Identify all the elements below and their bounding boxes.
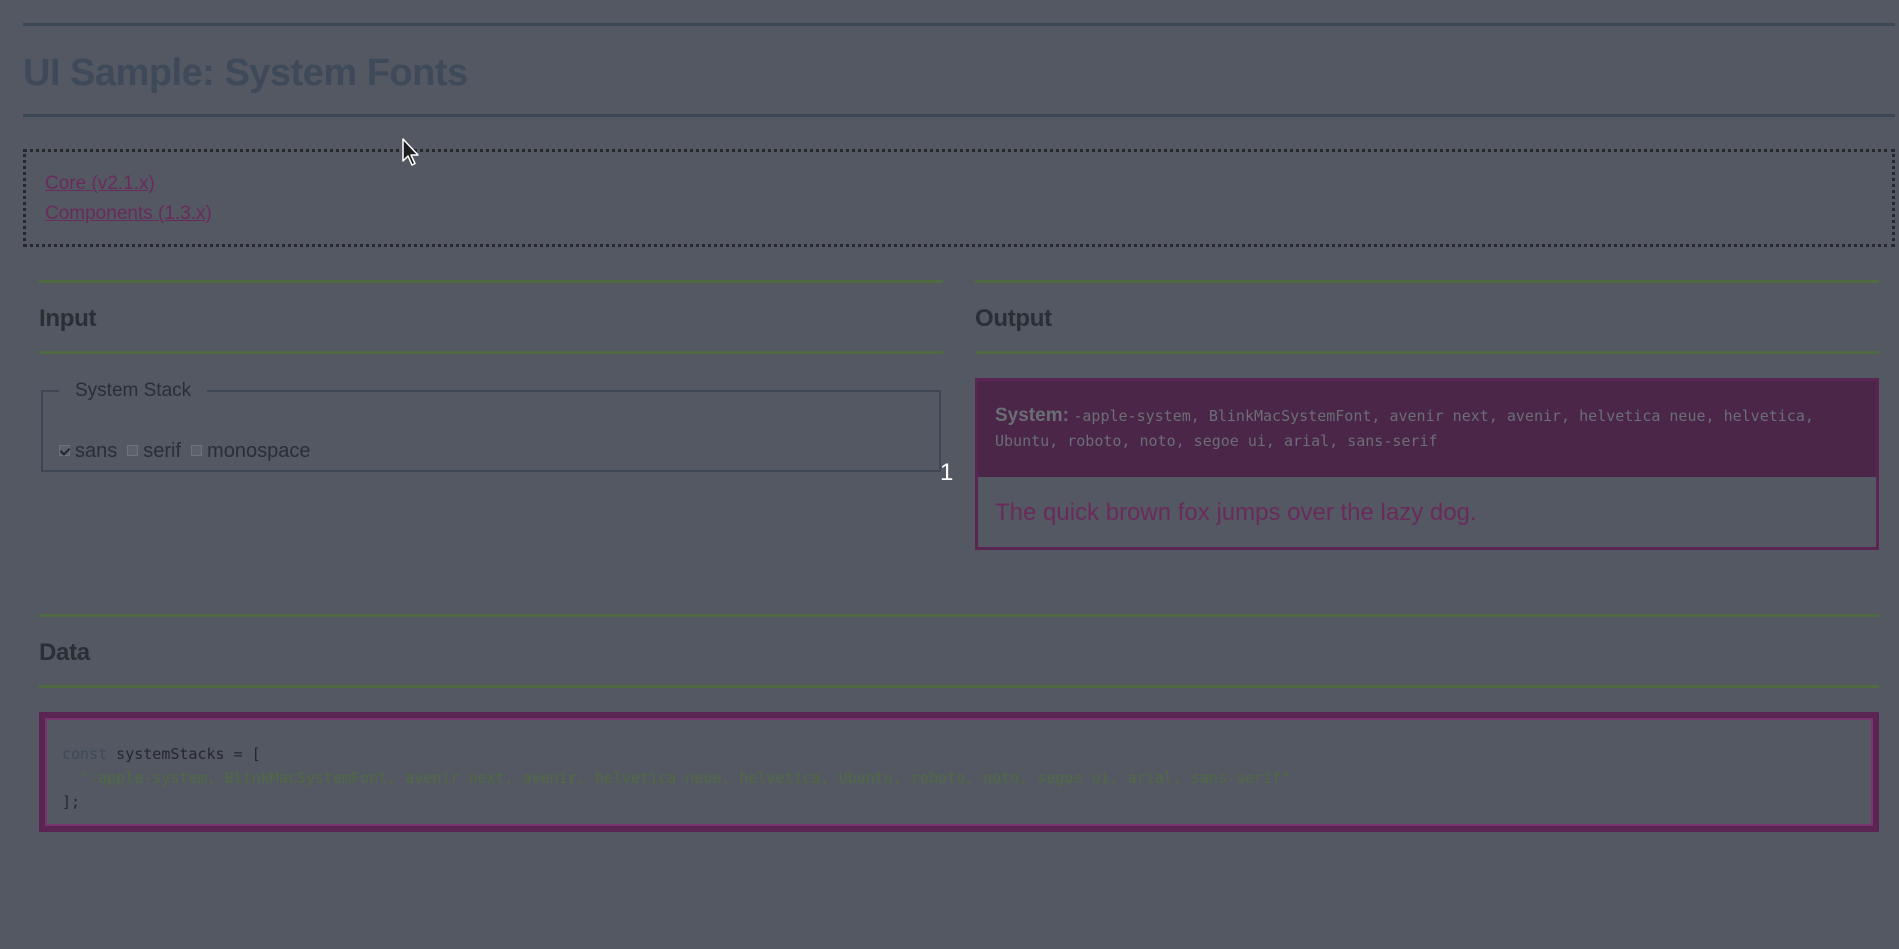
code-line-2: "-apple-system, BlinkMacSystemFont, aven… — [62, 769, 1291, 787]
font-options: sans serif monospace — [59, 440, 320, 463]
serif-label: serif — [143, 440, 182, 462]
system-stack-legend: System Stack — [75, 380, 192, 401]
sans-checkbox[interactable] — [59, 445, 70, 456]
output-heading: Output — [975, 305, 1052, 332]
code-line-3: ]; — [62, 793, 81, 811]
page-title: UI Sample: System Fonts — [23, 52, 468, 94]
code-keyword: const — [62, 745, 108, 763]
system-stack-fieldset: System Stack sans serif monospace — [41, 380, 941, 472]
monospace-label: monospace — [207, 440, 311, 462]
system-stack-info: System: -apple-system, BlinkMacSystemFon… — [978, 381, 1876, 477]
input-section-header: Input — [39, 280, 943, 354]
option-serif[interactable]: serif — [127, 440, 185, 463]
step-marker: 1 — [940, 459, 954, 486]
monospace-checkbox[interactable] — [191, 445, 203, 456]
sans-label: sans — [75, 440, 118, 462]
version-nav: Core (v2.1.x) Components (1.3.x) — [23, 149, 1895, 247]
serif-checkbox[interactable] — [127, 445, 139, 456]
output-panel: System: -apple-system, BlinkMacSystemFon… — [975, 378, 1879, 550]
data-heading: Data — [39, 639, 90, 666]
code-line-1: systemStacks = [ — [107, 745, 261, 763]
system-font-list: -apple-system, BlinkMacSystemFont, aveni… — [995, 407, 1814, 450]
page: UI Sample: System Fonts Core (v2.1.x) Co… — [0, 0, 1899, 949]
sample-text: The quick brown fox jumps over the lazy … — [995, 499, 1477, 526]
option-sans[interactable]: sans — [59, 440, 121, 463]
code-block: const systemStacks = [ "-apple-system, B… — [39, 712, 1879, 832]
option-monospace[interactable]: monospace — [191, 440, 314, 463]
mouse-pointer-icon — [402, 138, 419, 166]
data-section-header: Data — [39, 614, 1879, 688]
nav-link-components[interactable]: Components (1.3.x) — [45, 203, 212, 225]
system-label: System: — [995, 405, 1069, 426]
input-heading: Input — [39, 305, 97, 332]
code-content: const systemStacks = [ "-apple-system, B… — [62, 742, 1290, 814]
output-section-header: Output — [975, 280, 1879, 354]
nav-link-core[interactable]: Core (v2.1.x) — [45, 173, 155, 195]
page-header: UI Sample: System Fonts — [23, 23, 1895, 117]
